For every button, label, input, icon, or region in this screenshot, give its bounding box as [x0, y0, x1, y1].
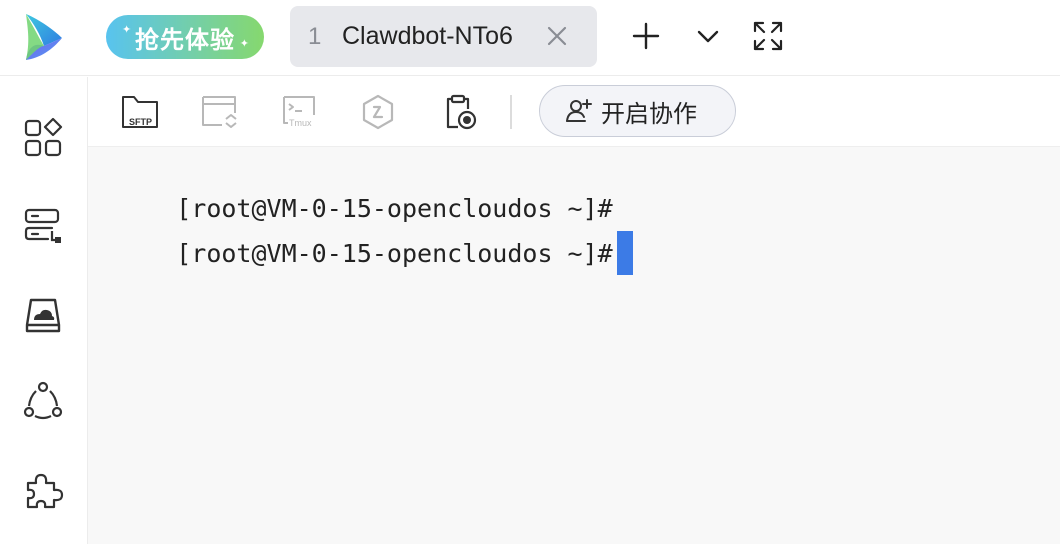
tab-number: 1 [308, 22, 322, 50]
start-collaboration-label: 开启协作 [601, 100, 697, 128]
tab-session[interactable]: 1 Clawdbot-NTo6 [290, 6, 597, 67]
terminal-line: [root@VM-0-15-opencloudos ~]# [116, 204, 633, 306]
start-collaboration-button[interactable]: 开启协作 [539, 85, 736, 137]
left-sidebar [0, 77, 88, 544]
app-logo[interactable] [22, 12, 66, 62]
plus-icon[interactable] [630, 20, 662, 52]
sparkle-icon: ✦ [122, 24, 133, 36]
top-bar: ✦ 抢先体验 ✦ 1 Clawdbot-NTo6 [0, 0, 1060, 76]
record-clipboard-icon[interactable] [440, 93, 480, 131]
toolbar-divider [510, 95, 512, 129]
cloud-drive-icon[interactable] [22, 295, 64, 337]
fullscreen-icon[interactable] [752, 20, 784, 52]
sftp-folder-icon[interactable]: SFTP [120, 93, 160, 131]
early-access-badge[interactable]: ✦ 抢先体验 ✦ [106, 15, 264, 59]
tab-title: Clawdbot-NTo6 [342, 22, 513, 50]
apps-grid-icon[interactable] [22, 117, 64, 159]
server-list-icon[interactable] [22, 205, 64, 247]
terminal-prompt: [root@VM-0-15-opencloudos ~]# [176, 239, 613, 268]
chevron-down-icon[interactable] [692, 20, 724, 52]
hexagon-link-icon[interactable] [358, 93, 398, 131]
sparkle-icon: ✦ [239, 38, 250, 50]
terminal-cursor [616, 231, 633, 275]
share-network-icon[interactable] [22, 380, 64, 422]
early-access-label: 抢先体验 [135, 26, 235, 54]
window-sync-icon[interactable] [200, 93, 240, 131]
add-user-icon [566, 99, 592, 122]
plugin-icon[interactable] [22, 469, 64, 511]
terminal-output[interactable]: [root@VM-0-15-opencloudos ~]# [root@VM-0… [88, 147, 1060, 544]
tmux-label: Tmux [289, 118, 312, 128]
close-icon[interactable] [545, 24, 569, 48]
sftp-label: SFTP [129, 117, 152, 127]
session-toolbar: SFTP Tmux 开启协作 [88, 77, 1060, 147]
tmux-terminal-icon[interactable]: Tmux [280, 93, 320, 131]
